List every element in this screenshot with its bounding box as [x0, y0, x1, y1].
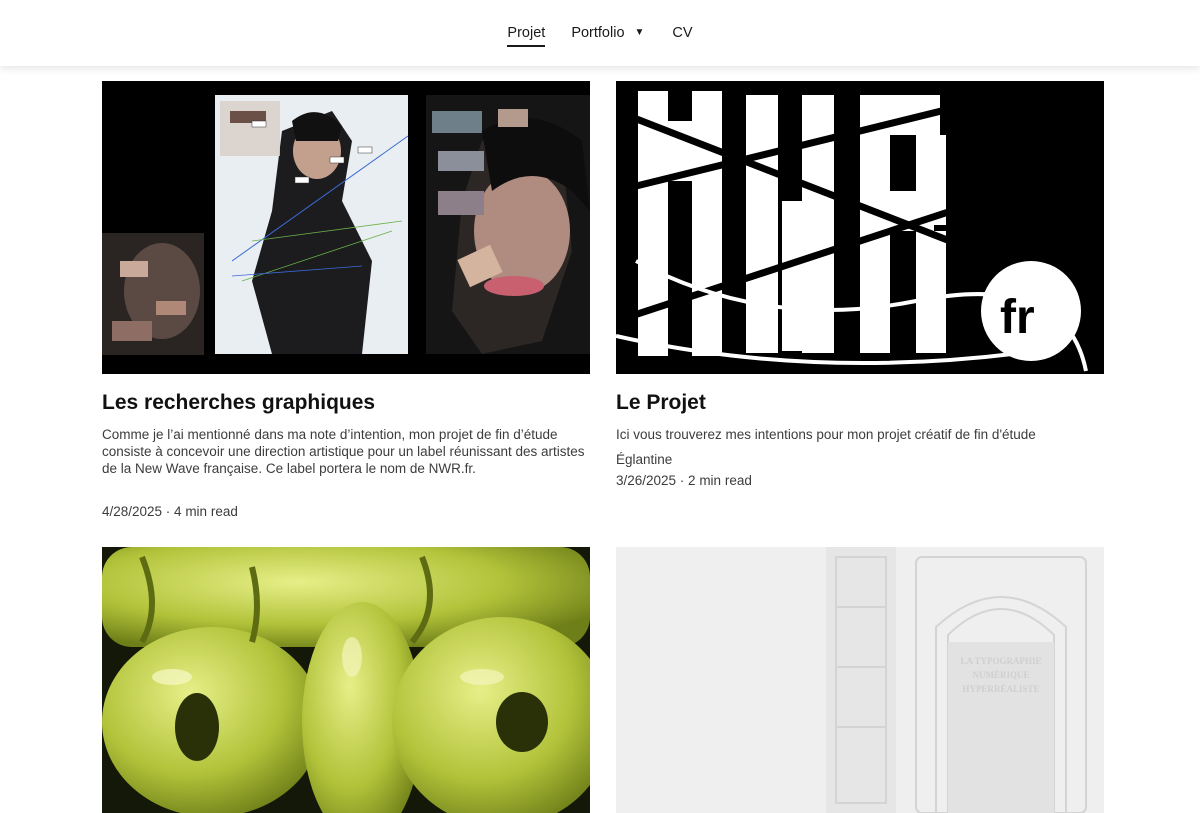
- nav-item-cv[interactable]: CV: [672, 25, 692, 41]
- post-meta: 4/28/2025 · 4 min read: [102, 504, 238, 519]
- caret-down-icon[interactable]: ▼: [635, 28, 645, 38]
- book-title-line-3: HYPERRÉALISTE: [962, 684, 1039, 694]
- post-author: Églantine: [616, 452, 673, 467]
- logo-fr-text: fr: [1000, 291, 1035, 344]
- main-nav: Projet Portfolio ▼ CV: [0, 0, 1200, 66]
- nwr-logo-image: fr: [616, 81, 1104, 374]
- post-description: Ici vous trouverez mes intentions pour m…: [616, 427, 1036, 442]
- post-title[interactable]: Le Projet: [616, 391, 706, 415]
- post-description: Comme je l’ai mentionné dans ma note d’i…: [102, 427, 585, 476]
- post-thumbnail[interactable]: fr: [616, 81, 1104, 374]
- post-meta: 3/26/2025 · 2 min read: [616, 473, 752, 488]
- top-navigation-bar: Projet Portfolio ▼ CV: [0, 0, 1200, 66]
- collage-image: [102, 81, 590, 374]
- post-title[interactable]: Les recherches graphiques: [102, 391, 375, 415]
- book-title-line-2: NUMÉRIQUE: [972, 670, 1029, 680]
- dream-big-3d-type-image: [102, 547, 590, 813]
- nav-item-portfolio-wrapper: Portfolio ▼: [571, 25, 644, 41]
- post-thumbnail[interactable]: [102, 547, 590, 813]
- book-title-line-1: LA TYPOGRAPHIE: [960, 656, 1041, 666]
- post-thumbnail[interactable]: LA TYPOGRAPHIE NUMÉRIQUE HYPERRÉALISTE: [616, 547, 1104, 813]
- nav-item-portfolio[interactable]: Portfolio: [571, 25, 624, 41]
- post-thumbnail[interactable]: [102, 81, 590, 374]
- embossed-book-image: LA TYPOGRAPHIE NUMÉRIQUE HYPERRÉALISTE: [616, 547, 1104, 813]
- nav-item-projet[interactable]: Projet: [507, 25, 545, 47]
